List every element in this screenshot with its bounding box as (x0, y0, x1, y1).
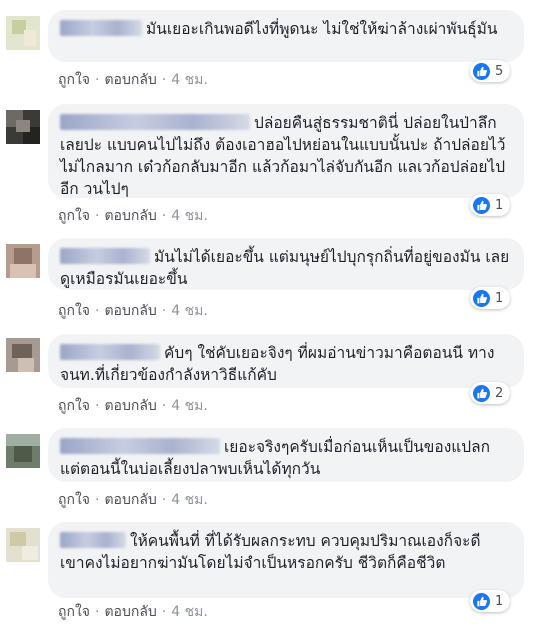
separator: · (161, 303, 167, 319)
like-thumb-icon (473, 384, 490, 402)
avatar[interactable] (6, 434, 40, 468)
reaction-count-value: 1 (495, 593, 504, 609)
reaction-count-value: 2 (495, 385, 504, 401)
separator: · (161, 72, 167, 88)
reaction-count[interactable]: 2 (470, 382, 511, 404)
separator: · (95, 398, 100, 414)
comment-bubble: ปล่อยคืนสู่ธรรมชาตินี่ ปล่อยในป่าลึกเลยป… (48, 104, 524, 198)
commenter-name[interactable] (60, 114, 250, 130)
separator: · (95, 72, 100, 88)
timestamp[interactable]: 4 ชม. (171, 601, 208, 623)
comment-bubble: มันไม่ได้เยอะขึ้น แต่มนุษย์ไปบุกรุกถิ่นท… (48, 238, 524, 290)
comment-actions: ถูกใจ · ตอบกลับ · 4 ชม. (58, 69, 208, 91)
reaction-count[interactable]: 1 (470, 287, 511, 309)
reply-link[interactable]: ตอบกลับ (104, 395, 156, 417)
like-thumb-icon (473, 289, 490, 307)
like-link[interactable]: ถูกใจ (58, 300, 90, 322)
commenter-name[interactable] (60, 344, 160, 360)
like-link[interactable]: ถูกใจ (58, 489, 90, 511)
separator: · (161, 492, 167, 508)
reaction-count-value: 5 (495, 63, 504, 79)
timestamp[interactable]: 4 ชม. (171, 489, 208, 511)
commenter-name[interactable] (60, 248, 150, 264)
avatar[interactable] (6, 110, 40, 144)
reaction-count-value: 1 (495, 290, 504, 306)
separator: · (95, 208, 100, 224)
comment-bubble: มันเยอะเกินพอดีไงที่พูดนะ ไม่ใช่ให้ฆ่าล้… (48, 10, 524, 62)
comment-actions: ถูกใจ · ตอบกลับ · 4 ชม. (58, 601, 208, 623)
comment-actions: ถูกใจ · ตอบกลับ · 4 ชม. (58, 489, 208, 511)
like-thumb-icon (473, 592, 490, 610)
like-link[interactable]: ถูกใจ (58, 395, 90, 417)
like-link[interactable]: ถูกใจ (58, 205, 90, 227)
separator: · (161, 208, 167, 224)
comment-bubble: ให้คนพื้นที่ ที่ได้รับผลกระทบ ควบคุมปริม… (48, 522, 524, 598)
comment-bubble: เยอะจริงๆครับเมื่อก่อนเห็นเป็นของแปลกแต่… (48, 428, 524, 482)
reaction-count[interactable]: 5 (470, 60, 511, 82)
reply-link[interactable]: ตอบกลับ (104, 69, 156, 91)
commenter-name[interactable] (60, 438, 220, 454)
separator: · (161, 398, 167, 414)
comment-actions: ถูกใจ · ตอบกลับ · 4 ชม. (58, 300, 208, 322)
timestamp[interactable]: 4 ชม. (171, 300, 208, 322)
reply-link[interactable]: ตอบกลับ (104, 300, 156, 322)
like-thumb-icon (473, 62, 490, 80)
like-link[interactable]: ถูกใจ (58, 69, 90, 91)
avatar[interactable] (6, 16, 40, 50)
comment-actions: ถูกใจ · ตอบกลับ · 4 ชม. (58, 395, 208, 417)
timestamp[interactable]: 4 ชม. (171, 69, 208, 91)
avatar[interactable] (6, 528, 40, 562)
separator: · (95, 303, 100, 319)
like-link[interactable]: ถูกใจ (58, 601, 90, 623)
comment-actions: ถูกใจ · ตอบกลับ · 4 ชม. (58, 205, 208, 227)
avatar[interactable] (6, 244, 40, 278)
separator: · (95, 604, 100, 620)
timestamp[interactable]: 4 ชม. (171, 205, 208, 227)
reply-link[interactable]: ตอบกลับ (104, 489, 156, 511)
commenter-name[interactable] (60, 532, 126, 548)
reaction-count-value: 1 (495, 197, 504, 213)
like-thumb-icon (473, 196, 490, 214)
reaction-count[interactable]: 1 (470, 194, 511, 216)
timestamp[interactable]: 4 ชม. (171, 395, 208, 417)
separator: · (95, 492, 100, 508)
reaction-count[interactable]: 1 (470, 590, 511, 612)
reply-link[interactable]: ตอบกลับ (104, 205, 156, 227)
commenter-name[interactable] (60, 20, 142, 36)
comment-text: มันเยอะเกินพอดีไงที่พูดนะ ไม่ใช่ให้ฆ่าล้… (146, 20, 498, 38)
separator: · (161, 604, 167, 620)
avatar[interactable] (6, 338, 40, 372)
reply-link[interactable]: ตอบกลับ (104, 601, 156, 623)
comment-bubble: คับๆ ใช่คับเยอะจิงๆ ที่ผมอ่านข่าวมาคือตอ… (48, 334, 524, 388)
